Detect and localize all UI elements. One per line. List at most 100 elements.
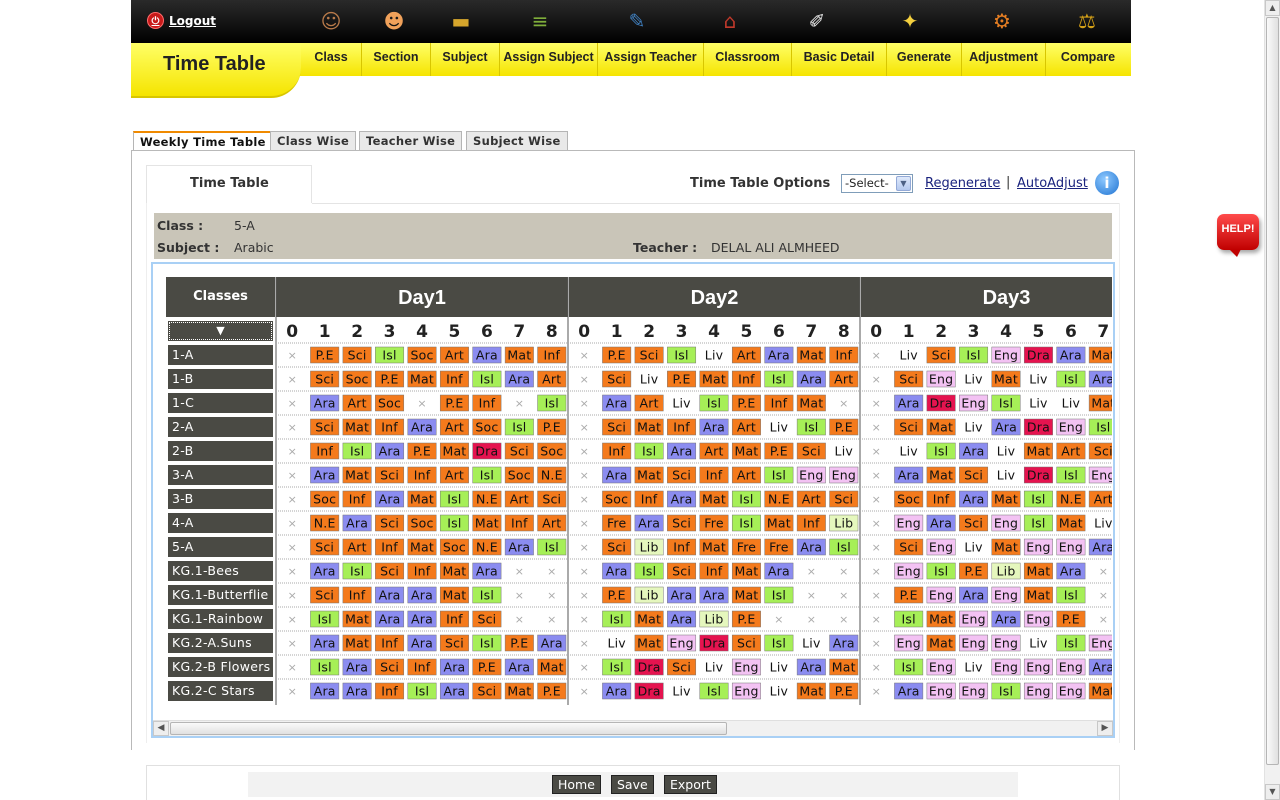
- timetable-cell[interactable]: ×: [872, 613, 881, 626]
- timetable-cell[interactable]: Ara: [472, 562, 502, 580]
- timetable-cell[interactable]: Eng: [991, 514, 1021, 532]
- menu-item-classroom[interactable]: Classroom: [703, 43, 791, 76]
- timetable-cell[interactable]: Ara: [1088, 370, 1112, 388]
- timetable-cell[interactable]: Ara: [959, 586, 989, 604]
- timetable-cell[interactable]: Soc: [310, 490, 340, 508]
- timetable-cell[interactable]: Lib: [829, 514, 859, 532]
- scrollbar-thumb[interactable]: [170, 722, 727, 735]
- timetable-cell[interactable]: Ara: [699, 418, 729, 436]
- timetable-cell[interactable]: Ara: [439, 658, 469, 676]
- timetable-cell[interactable]: Eng: [959, 394, 989, 412]
- timetable-cell[interactable]: Ara: [375, 442, 405, 460]
- timetable-cell[interactable]: Mat: [634, 418, 664, 436]
- timetable-cell[interactable]: Ara: [310, 394, 340, 412]
- timetable-cell[interactable]: ×: [515, 613, 524, 626]
- timetable-cell[interactable]: Mat: [731, 442, 761, 460]
- timetable-cell[interactable]: ×: [839, 613, 848, 626]
- timetable-cell[interactable]: ×: [288, 589, 297, 602]
- timetable-cell[interactable]: Art: [731, 466, 761, 484]
- timetable-cell[interactable]: ×: [839, 397, 848, 410]
- timetable-cell[interactable]: Inf: [699, 562, 729, 580]
- timetable-cell[interactable]: Ara: [667, 442, 697, 460]
- timetable-cell[interactable]: Art: [634, 394, 664, 412]
- timetable-cell[interactable]: Ara: [894, 466, 924, 484]
- timetable-cell[interactable]: Mat: [829, 658, 859, 676]
- timetable-cell[interactable]: Isl: [439, 514, 469, 532]
- timetable-cell[interactable]: Eng: [1056, 418, 1086, 436]
- timetable-cell[interactable]: Eng: [991, 634, 1021, 652]
- timetable-cell[interactable]: Sci: [375, 562, 405, 580]
- timetable-cell[interactable]: P.E: [764, 442, 794, 460]
- timetable-cell[interactable]: ×: [872, 373, 881, 386]
- lightbulb-icon[interactable]: ✦: [893, 4, 927, 38]
- timetable-cell[interactable]: ×: [288, 541, 297, 554]
- timetable-cell[interactable]: Ara: [926, 514, 956, 532]
- timetable-cell[interactable]: Sci: [959, 514, 989, 532]
- timetable-cell[interactable]: ×: [807, 565, 816, 578]
- book-icon[interactable]: ▬: [444, 4, 478, 38]
- horizontal-scrollbar[interactable]: ◀ ▶: [153, 720, 1113, 736]
- timetable-cell[interactable]: Sci: [796, 442, 826, 460]
- timetable-cell[interactable]: N.E: [1056, 490, 1086, 508]
- timetable-cell[interactable]: Inf: [375, 418, 405, 436]
- timetable-cell[interactable]: N.E: [310, 514, 340, 532]
- timetable-cell[interactable]: Ara: [407, 610, 437, 628]
- timetable-cell[interactable]: Sci: [602, 370, 632, 388]
- timetable-cell[interactable]: Dra: [926, 394, 956, 412]
- timetable-cell[interactable]: P.E: [375, 370, 405, 388]
- timetable-cell[interactable]: Dra: [1023, 418, 1053, 436]
- timetable-cell[interactable]: Ara: [407, 634, 437, 652]
- timetable-cell[interactable]: Isl: [342, 442, 372, 460]
- users-icon[interactable]: ☺: [314, 4, 348, 38]
- timetable-cell[interactable]: Ara: [667, 586, 697, 604]
- timetable-cell[interactable]: P.E: [731, 610, 761, 628]
- timetable-cell[interactable]: ×: [580, 541, 589, 554]
- timetable-cell[interactable]: Soc: [407, 514, 437, 532]
- timetable-cell[interactable]: Eng: [959, 682, 989, 700]
- vertical-scrollbar[interactable]: ▲ ▼: [1264, 0, 1280, 800]
- timetable-cell[interactable]: Ara: [310, 466, 340, 484]
- timetable-cell[interactable]: Art: [439, 346, 469, 364]
- timetable-cell[interactable]: Sci: [894, 418, 924, 436]
- info-icon[interactable]: i: [1095, 171, 1119, 195]
- timetable-cell[interactable]: Mat: [342, 418, 372, 436]
- time-table-options-select[interactable]: -Select- ▼: [841, 174, 913, 193]
- timetable-cell[interactable]: Dra: [634, 682, 664, 700]
- timetable-cell[interactable]: Eng: [991, 658, 1021, 676]
- timetable-cell[interactable]: Eng: [667, 634, 697, 652]
- timetable-cell[interactable]: Sci: [667, 658, 697, 676]
- timetable-cell[interactable]: Inf: [439, 370, 469, 388]
- timetable-cell[interactable]: Ara: [439, 682, 469, 700]
- timetable-cell[interactable]: Isl: [407, 682, 437, 700]
- timetable-cell[interactable]: Eng: [1023, 682, 1053, 700]
- timetable-cell[interactable]: Sci: [667, 562, 697, 580]
- tab-subject-wise[interactable]: Subject Wise: [466, 131, 568, 151]
- timetable-cell[interactable]: Sci: [634, 346, 664, 364]
- timetable-cell[interactable]: Inf: [342, 586, 372, 604]
- timetable-cell[interactable]: Isl: [472, 370, 502, 388]
- timetable-cell[interactable]: Isl: [602, 610, 632, 628]
- timetable-cell[interactable]: ×: [872, 517, 881, 530]
- timetable-cell[interactable]: Eng: [959, 634, 989, 652]
- timetable-cell[interactable]: Isl: [991, 682, 1021, 700]
- timetable-cell[interactable]: Dra: [1023, 466, 1053, 484]
- timetable-cell[interactable]: ×: [580, 373, 589, 386]
- tab-weekly-time-table[interactable]: Weekly Time Table: [133, 131, 273, 152]
- timetable-cell[interactable]: P.E: [1056, 610, 1086, 628]
- timetable-cell[interactable]: Liv: [602, 635, 631, 651]
- timetable-cell[interactable]: Inf: [667, 418, 697, 436]
- timetable-cell[interactable]: Mat: [991, 538, 1021, 556]
- home-button[interactable]: Home: [552, 775, 601, 794]
- timetable-cell[interactable]: Mat: [926, 634, 956, 652]
- timetable-cell[interactable]: Art: [342, 538, 372, 556]
- timetable-cell[interactable]: ×: [288, 565, 297, 578]
- timetable-cell[interactable]: Ara: [504, 658, 534, 676]
- timetable-cell[interactable]: Isl: [764, 370, 794, 388]
- timetable-cell[interactable]: P.E: [504, 634, 534, 652]
- timetable-cell[interactable]: Ara: [894, 394, 924, 412]
- timetable-cell[interactable]: ×: [872, 469, 881, 482]
- timetable-cell[interactable]: Sci: [310, 586, 340, 604]
- menu-item-generate[interactable]: Generate: [886, 43, 961, 76]
- timetable-cell[interactable]: Dra: [472, 442, 502, 460]
- timetable-cell[interactable]: ×: [515, 565, 524, 578]
